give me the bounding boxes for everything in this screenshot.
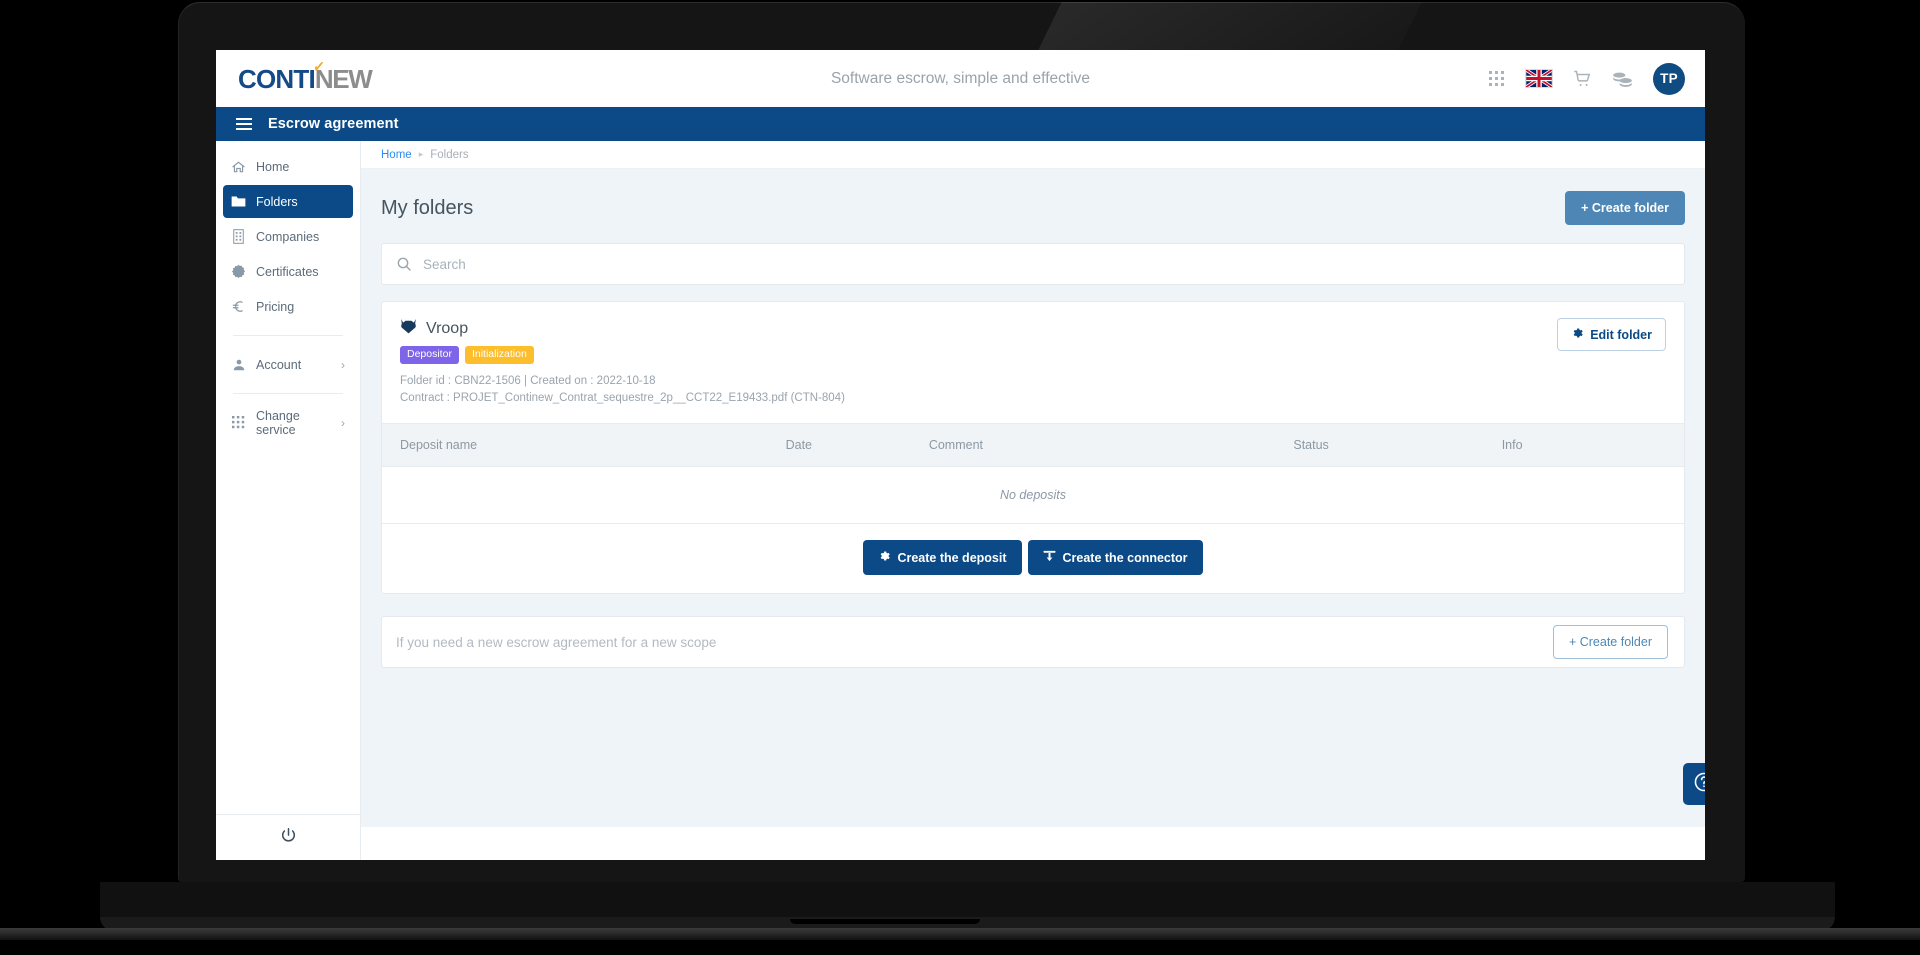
breadcrumb-current: Folders (430, 148, 469, 161)
folder-meta-id: Folder id : CBN22-1506 | Created on : 20… (400, 374, 656, 387)
edit-folder-button[interactable]: Edit folder (1557, 318, 1666, 351)
search-input[interactable] (423, 256, 1670, 272)
header-actions: TP (1489, 62, 1685, 95)
sidebar-item-pricing[interactable]: Pricing (223, 290, 353, 323)
appbar-title: Escrow agreement (268, 116, 399, 132)
sidebar-divider-2 (233, 393, 343, 394)
table-header-row: Deposit name Date Comment Status Info (382, 423, 1684, 468)
sidebar-item-certificates[interactable]: Certificates (223, 255, 353, 288)
page-content: My folders + Create folder Search Vroop … (361, 169, 1705, 827)
empty-state-message: No deposits (382, 466, 1684, 525)
laptop-mockup: CONTI NEW ✓ Software escrow, simple and e… (0, 0, 1920, 955)
sidebar-item-companies[interactable]: Companies (223, 220, 353, 253)
uk-flag-icon[interactable] (1525, 69, 1553, 88)
deposits-table: Deposit name Date Comment Status Info No… (382, 423, 1684, 525)
search-icon (396, 256, 412, 272)
user-icon (231, 358, 246, 372)
column-deposit-name: Deposit name (382, 423, 786, 468)
column-date: Date (785, 423, 929, 468)
logo-check-icon: ✓ (312, 57, 326, 77)
column-comment: Comment (928, 423, 1294, 468)
application-window: CONTI NEW ✓ Software escrow, simple and e… (216, 50, 1705, 860)
laptop-base-notch (790, 919, 980, 924)
folder-info: Vroop Depositor Initialization Folder id… (400, 318, 845, 408)
sidebar-label-home: Home (256, 159, 290, 174)
column-info: Info (1501, 423, 1684, 468)
breadcrumb-home-link[interactable]: Home (381, 149, 412, 161)
sidebar-navigation: Home Folders Companies Certificates Pric… (216, 141, 361, 860)
sidebar-item-account[interactable]: Account › (223, 348, 353, 381)
sidebar-label-folders: Folders (256, 194, 298, 209)
create-connector-button[interactable]: Create the connector (1027, 540, 1203, 576)
page-title: My folders (381, 196, 474, 219)
content-bottom-strip (361, 827, 1705, 860)
folder-card-actions: Create the deposit Create the connector (382, 524, 1684, 593)
sidebar-label-account: Account (256, 357, 302, 372)
chevron-right-icon: › (341, 357, 345, 372)
header-tagline: Software escrow, simple and effective (830, 69, 1091, 87)
gear-icon (878, 550, 891, 565)
sidebar-label-change-service: Change service (256, 408, 300, 437)
new-scope-cta-card: If you need a new escrow agreement for a… (381, 616, 1685, 669)
application-bar: Escrow agreement (216, 107, 1705, 141)
app-body: Home Folders Companies Certificates Pric… (216, 141, 1705, 860)
sidebar-item-home[interactable]: Home (223, 150, 353, 183)
building-icon (231, 229, 246, 244)
home-icon (231, 160, 246, 174)
breadcrumb: Home ▸ Folders (361, 141, 1705, 169)
wolf-head-icon (400, 318, 417, 339)
gear-icon (1571, 327, 1583, 342)
sidebar-label-pricing: Pricing (256, 299, 295, 314)
sidebar-divider-1 (233, 335, 343, 336)
status-badge-initialization: Initialization (464, 346, 534, 364)
question-mark-icon (1693, 771, 1705, 798)
sidebar-nav-list: Home Folders Companies Certificates Pric… (216, 150, 360, 441)
edit-folder-label: Edit folder (1590, 327, 1652, 342)
create-connector-label: Create the connector (1062, 550, 1188, 565)
new-scope-cta-text: If you need a new escrow agreement for a… (396, 634, 717, 650)
deposits-table-body: No deposits (382, 466, 1684, 525)
logo-text-primary: CONTI (238, 63, 316, 94)
status-badge-depositor: Depositor (400, 346, 459, 364)
folder-badges: Depositor Initialization (400, 346, 845, 364)
laptop-foot (0, 928, 1920, 940)
folder-name: Vroop (426, 319, 469, 337)
apps-grid-icon[interactable] (1489, 70, 1505, 87)
create-folder-button-top[interactable]: + Create folder (1565, 191, 1685, 225)
create-deposit-button[interactable]: Create the deposit (863, 540, 1022, 576)
grid-icon (231, 416, 246, 429)
laptop-screen: CONTI NEW ✓ Software escrow, simple and e… (216, 50, 1705, 860)
connector-icon (1043, 550, 1056, 565)
user-avatar[interactable]: TP (1653, 62, 1685, 95)
page-header: My folders + Create folder (381, 191, 1685, 225)
main-content-area: Home ▸ Folders My folders + Create folde… (361, 141, 1705, 860)
folder-card: Vroop Depositor Initialization Folder id… (381, 301, 1685, 595)
logout-button[interactable] (216, 814, 360, 860)
coins-icon[interactable] (1612, 70, 1633, 88)
euro-icon (231, 299, 246, 314)
sidebar-label-certificates: Certificates (256, 264, 319, 279)
deposits-table-head: Deposit name Date Comment Status Info (382, 423, 1684, 468)
breadcrumb-separator: ▸ (418, 149, 424, 159)
folder-icon (231, 195, 246, 208)
column-status: Status (1293, 423, 1502, 468)
create-folder-button-bottom[interactable]: + Create folder (1552, 625, 1668, 660)
folder-title-row: Vroop (400, 318, 845, 339)
continew-logo[interactable]: CONTI NEW ✓ (238, 58, 373, 94)
folder-meta-contract: Contract : PROJET_Continew_Contrat_seque… (400, 392, 845, 405)
sidebar-label-companies: Companies (256, 229, 320, 244)
shopping-cart-icon[interactable] (1573, 70, 1592, 88)
empty-state-row: No deposits (382, 466, 1684, 525)
chevron-right-icon: › (341, 415, 345, 430)
power-icon (280, 827, 297, 849)
sidebar-item-change-service[interactable]: Change service › (223, 406, 353, 439)
hamburger-menu-icon[interactable] (236, 118, 252, 130)
search-bar (381, 243, 1685, 285)
create-deposit-label: Create the deposit (897, 550, 1007, 565)
certificate-seal-icon (231, 264, 246, 279)
sidebar-item-folders[interactable]: Folders (223, 185, 353, 218)
folder-card-header: Vroop Depositor Initialization Folder id… (382, 302, 1684, 423)
top-header-bar: CONTI NEW ✓ Software escrow, simple and e… (216, 50, 1705, 107)
help-button[interactable] (1683, 763, 1705, 805)
